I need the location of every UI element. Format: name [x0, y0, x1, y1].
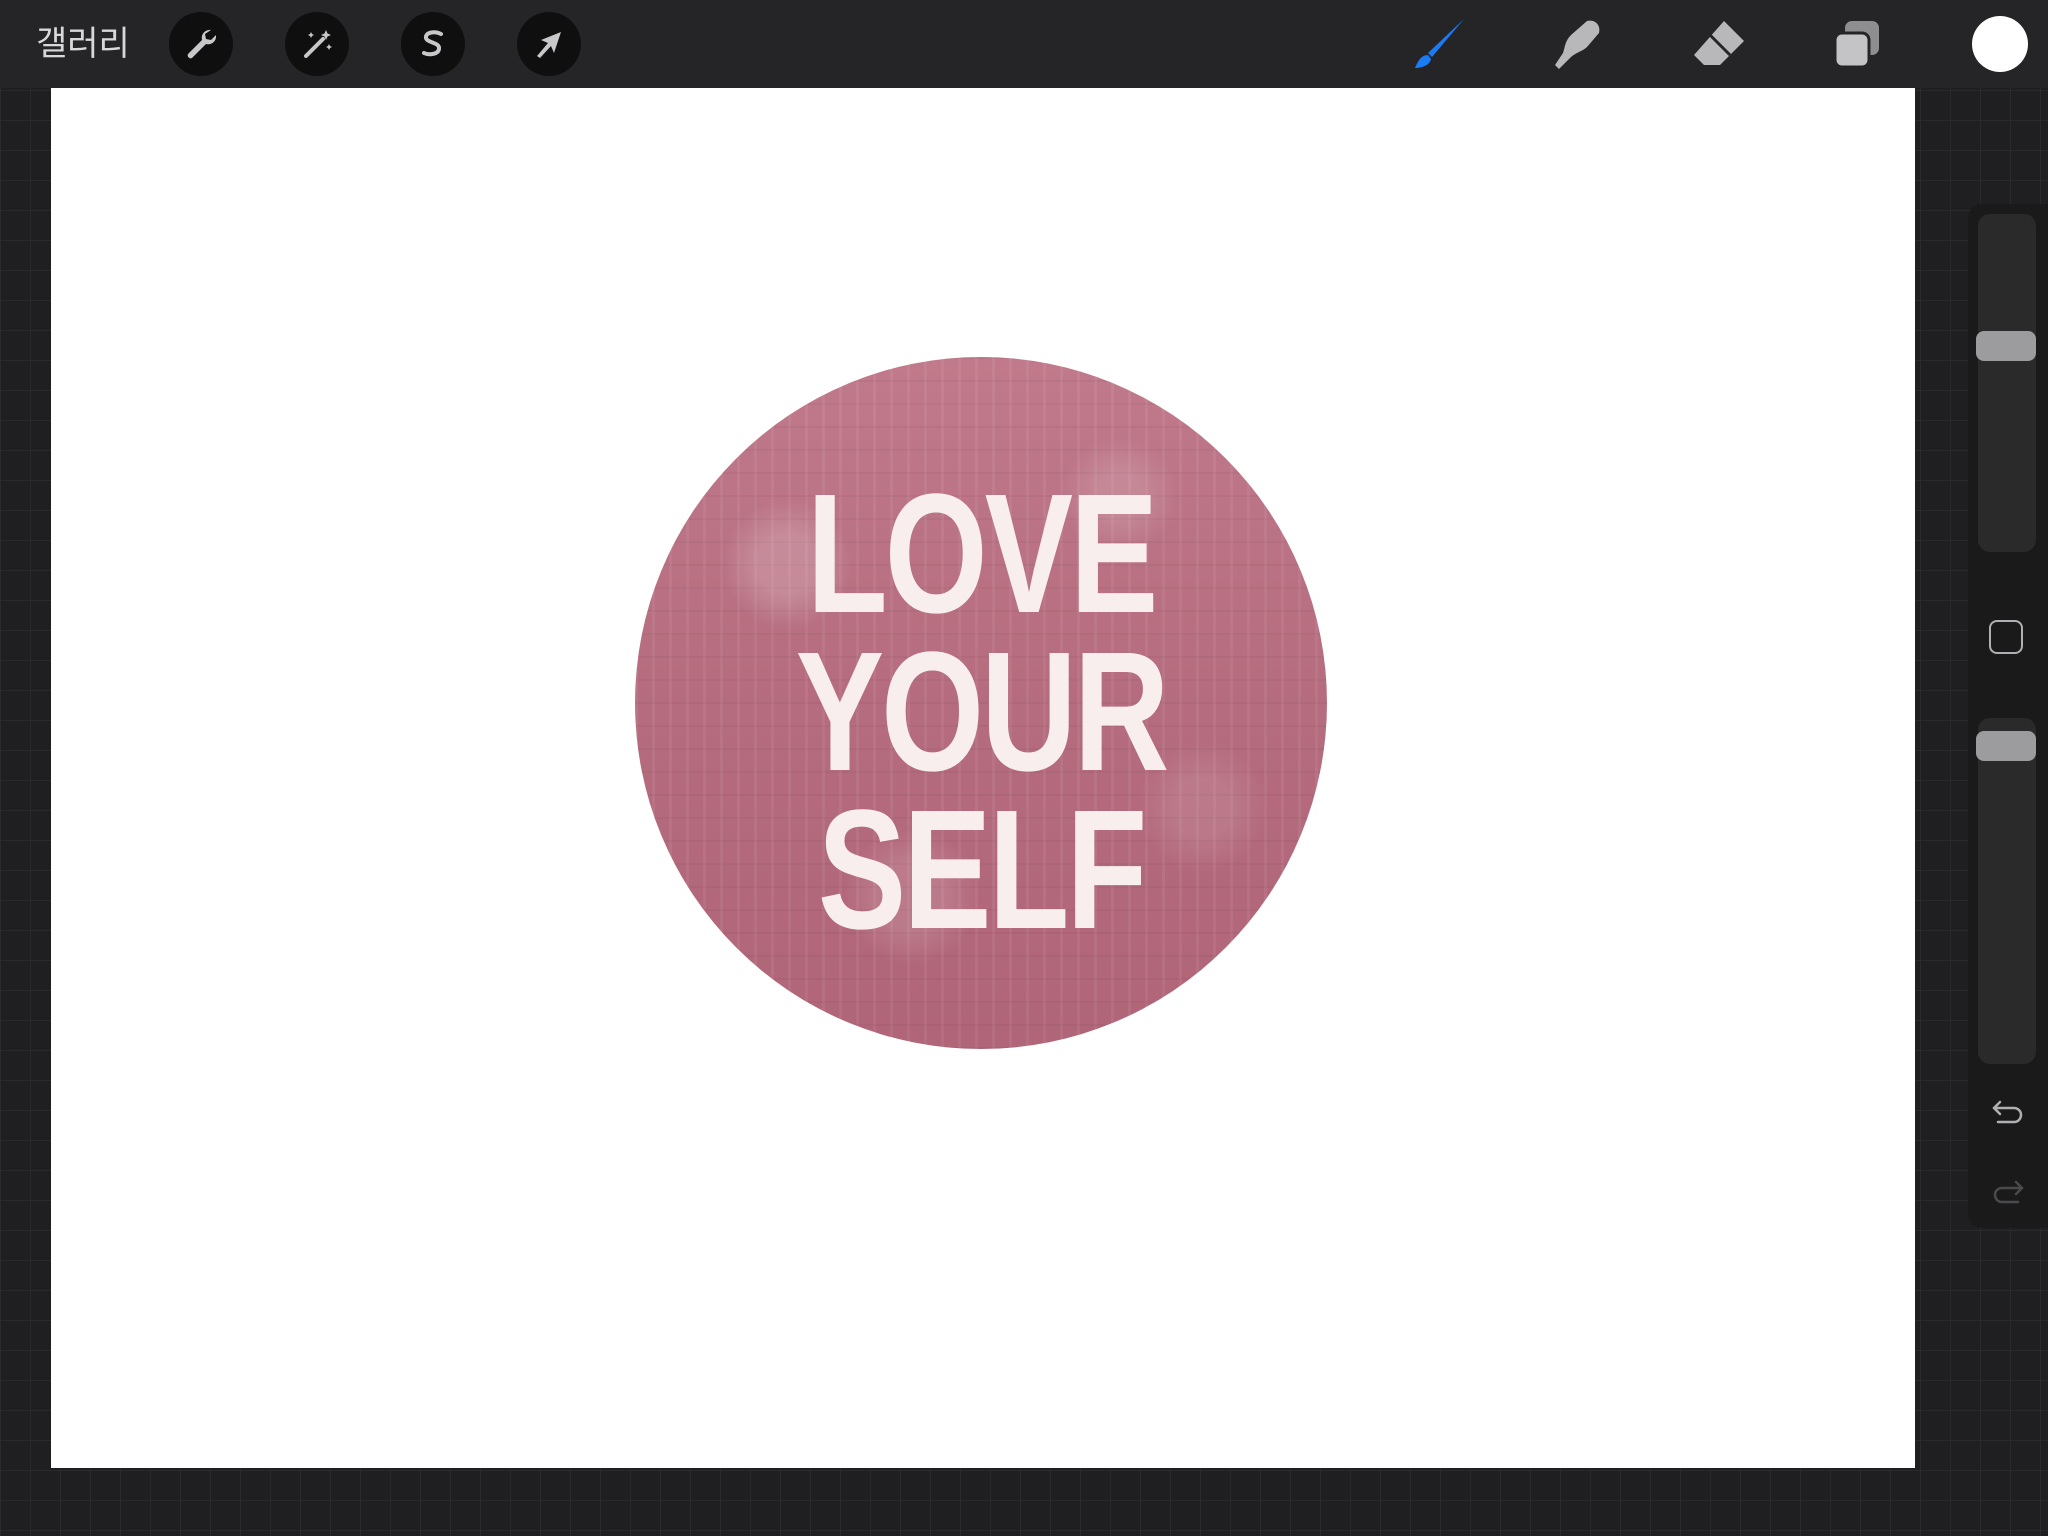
- redo-icon: [1993, 1180, 2024, 1204]
- layers-tool[interactable]: [1822, 10, 1892, 80]
- adjustments-button[interactable]: [285, 12, 349, 76]
- undo-button[interactable]: [1988, 1092, 2028, 1132]
- layers-icon: [1833, 21, 1879, 69]
- modify-button[interactable]: [1989, 620, 2023, 654]
- actions-button[interactable]: [169, 12, 233, 76]
- brush-tool[interactable]: [1405, 10, 1475, 80]
- top-toolbar: 갤러리: [0, 0, 2048, 88]
- transform-button[interactable]: [517, 12, 581, 76]
- smudge-tool[interactable]: [1544, 10, 1614, 80]
- arrow-cursor-icon: [537, 32, 561, 58]
- artwork-line-3: SELF: [817, 775, 1148, 965]
- gallery-button[interactable]: 갤러리: [36, 20, 130, 68]
- wrench-icon: [187, 29, 217, 59]
- opacity-slider[interactable]: [1976, 718, 2036, 1064]
- brush-icon: [1415, 19, 1464, 68]
- smudge-finger-icon: [1555, 20, 1600, 69]
- artwork-circle: LOVE YOUR SELF: [635, 357, 1327, 1049]
- undo-icon: [1992, 1100, 2023, 1124]
- artwork-text: LOVE YOUR SELF: [711, 459, 1251, 965]
- opacity-thumb[interactable]: [1976, 731, 2036, 761]
- brush-size-thumb[interactable]: [1976, 331, 2036, 361]
- artwork-line-1: LOVE: [806, 459, 1159, 649]
- magic-wand-icon: [304, 30, 332, 58]
- eraser-tool[interactable]: [1683, 10, 1753, 80]
- brush-size-slider[interactable]: [1976, 214, 2036, 552]
- selection-button[interactable]: [401, 12, 465, 76]
- right-sidebar: [1968, 204, 2048, 1228]
- redo-button[interactable]: [1988, 1172, 2028, 1212]
- selection-s-icon: [422, 30, 443, 57]
- eraser-icon: [1694, 21, 1744, 65]
- artwork-line-2: YOUR: [795, 617, 1170, 807]
- drawing-canvas[interactable]: LOVE YOUR SELF: [51, 88, 1915, 1468]
- color-picker-button[interactable]: [1972, 16, 2028, 72]
